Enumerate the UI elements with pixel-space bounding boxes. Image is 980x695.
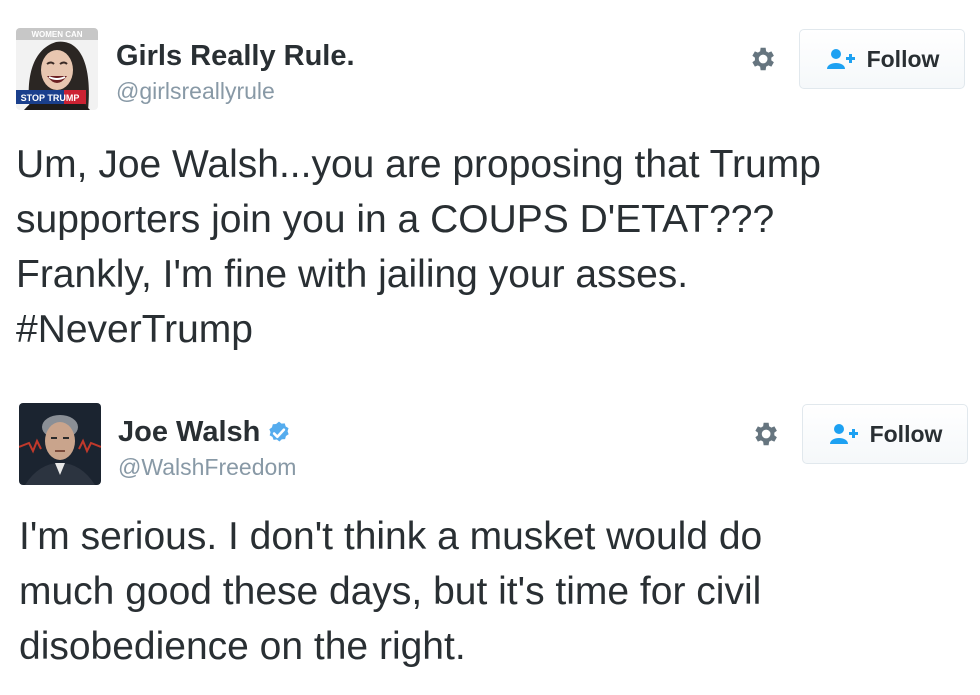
add-user-icon	[826, 49, 855, 69]
follow-button-label: Follow	[869, 420, 943, 447]
user-handle[interactable]: @girlsreallyrule	[116, 78, 275, 105]
verified-badge-icon	[269, 421, 290, 442]
follow-button[interactable]: Follow	[802, 404, 968, 464]
add-user-icon	[829, 424, 858, 444]
tweet-card: Joe Walsh @WalshFreedom Follow I'm serio…	[0, 375, 980, 695]
gear-icon[interactable]	[747, 44, 777, 74]
avatar-overlay-bottom-text: STOP TRUMP	[21, 93, 80, 103]
follow-button[interactable]: Follow	[799, 29, 965, 89]
gear-icon[interactable]	[750, 419, 780, 449]
tweet-card: WOMEN CAN STOP TRUMP Girls Really Rule. …	[0, 0, 980, 375]
avatar[interactable]	[19, 403, 101, 485]
avatar[interactable]: WOMEN CAN STOP TRUMP	[16, 28, 98, 110]
avatar-overlay-top-text: WOMEN CAN	[31, 30, 82, 39]
man-portrait-avatar-icon	[19, 403, 101, 485]
display-name[interactable]: Girls Really Rule.	[116, 40, 355, 73]
display-name-text[interactable]: Girls Really Rule.	[116, 40, 355, 72]
display-name[interactable]: Joe Walsh	[118, 416, 292, 449]
tweet-text: I'm serious. I don't think a musket woul…	[19, 515, 763, 668]
display-name-text[interactable]: Joe Walsh	[118, 416, 260, 448]
woman-laughing-avatar-icon: WOMEN CAN STOP TRUMP	[16, 28, 98, 110]
user-handle[interactable]: @WalshFreedom	[118, 454, 296, 481]
follow-button-label: Follow	[866, 45, 940, 72]
tweet-text: Um, Joe Walsh...you are proposing that T…	[16, 143, 821, 351]
